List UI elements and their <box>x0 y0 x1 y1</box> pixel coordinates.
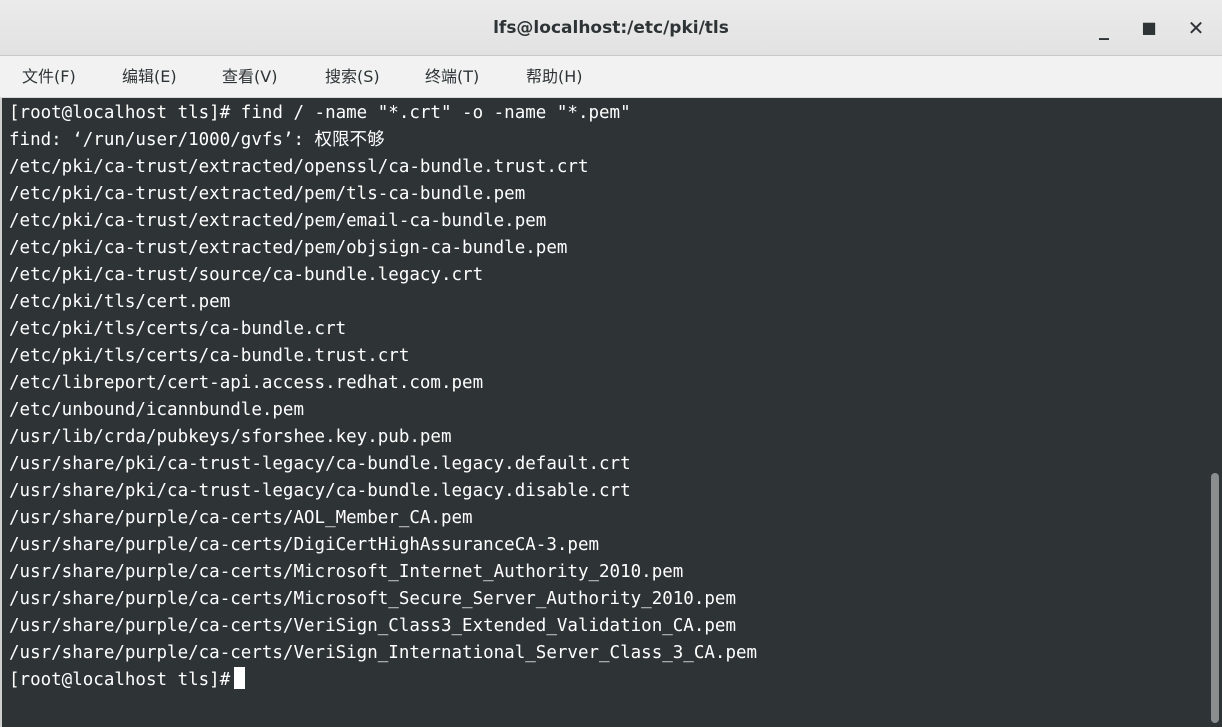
menu-terminal[interactable]: 终端(T) <box>425 56 479 98</box>
window-border <box>0 98 2 727</box>
terminal-line: /etc/unbound/icannbundle.pem <box>9 400 305 420</box>
terminal-line: /etc/pki/tls/cert.pem <box>9 292 231 312</box>
menu-view[interactable]: 查看(V) <box>222 56 277 98</box>
menu-edit[interactable]: 编辑(E) <box>122 56 177 98</box>
terminal-line: find: ‘/run/user/1000/gvfs’: 权限不够 <box>9 130 385 150</box>
menu-help[interactable]: 帮助(H) <box>526 56 583 98</box>
terminal-line: /usr/share/purple/ca-certs/DigiCertHighA… <box>9 535 600 555</box>
terminal-prompt-line[interactable]: [root@localhost tls]# <box>9 667 246 694</box>
terminal-line: /etc/pki/ca-trust/extracted/pem/email-ca… <box>9 211 547 231</box>
terminal-line: [root@localhost tls]# find / -name "*.cr… <box>9 103 631 123</box>
terminal-line: /usr/share/pki/ca-trust-legacy/ca-bundle… <box>9 481 631 501</box>
maximize-button[interactable]: ■ <box>1135 14 1163 42</box>
terminal-line: /usr/lib/crda/pubkeys/sforshee.key.pub.p… <box>9 427 452 447</box>
scrollbar-thumb[interactable] <box>1211 473 1219 723</box>
terminal-line: /etc/pki/tls/certs/ca-bundle.crt <box>9 319 347 339</box>
scrollbar[interactable] <box>1208 98 1222 727</box>
terminal-output[interactable]: [root@localhost tls]# find / -name "*.cr… <box>0 98 1208 727</box>
terminal-line: /usr/share/purple/ca-certs/Microsoft_Int… <box>9 562 684 582</box>
text-cursor <box>234 667 246 689</box>
terminal-prompt: [root@localhost tls]# <box>9 670 231 690</box>
terminal-line: /usr/share/purple/ca-certs/VeriSign_Clas… <box>9 616 736 636</box>
close-button[interactable]: ✕ <box>1182 14 1210 42</box>
minimize-button[interactable]: _ <box>1090 14 1118 42</box>
terminal-line: /etc/pki/ca-trust/extracted/pem/objsign-… <box>9 238 568 258</box>
terminal-line: /usr/share/purple/ca-certs/AOL_Member_CA… <box>9 508 473 528</box>
terminal-line: /etc/libreport/cert-api.access.redhat.co… <box>9 373 484 393</box>
terminal-line: /usr/share/purple/ca-certs/Microsoft_Sec… <box>9 589 736 609</box>
terminal-line: /etc/pki/ca-trust/source/ca-bundle.legac… <box>9 265 484 285</box>
terminal-line: /etc/pki/tls/certs/ca-bundle.trust.crt <box>9 346 410 366</box>
terminal-line: /usr/share/purple/ca-certs/VeriSign_Inte… <box>9 643 758 663</box>
title-bar[interactable]: lfs@localhost:/etc/pki/tls _ ■ ✕ <box>0 0 1222 56</box>
terminal-window: lfs@localhost:/etc/pki/tls _ ■ ✕ 文件(F) 编… <box>0 0 1222 727</box>
terminal-line: /etc/pki/ca-trust/extracted/pem/tls-ca-b… <box>9 184 526 204</box>
terminal-line: /usr/share/pki/ca-trust-legacy/ca-bundle… <box>9 454 631 474</box>
window-title: lfs@localhost:/etc/pki/tls <box>493 18 729 38</box>
menu-bar: 文件(F) 编辑(E) 查看(V) 搜索(S) 终端(T) 帮助(H) <box>0 56 1222 98</box>
menu-file[interactable]: 文件(F) <box>22 56 76 98</box>
terminal-line: /etc/pki/ca-trust/extracted/openssl/ca-b… <box>9 157 589 177</box>
menu-search[interactable]: 搜索(S) <box>325 56 380 98</box>
